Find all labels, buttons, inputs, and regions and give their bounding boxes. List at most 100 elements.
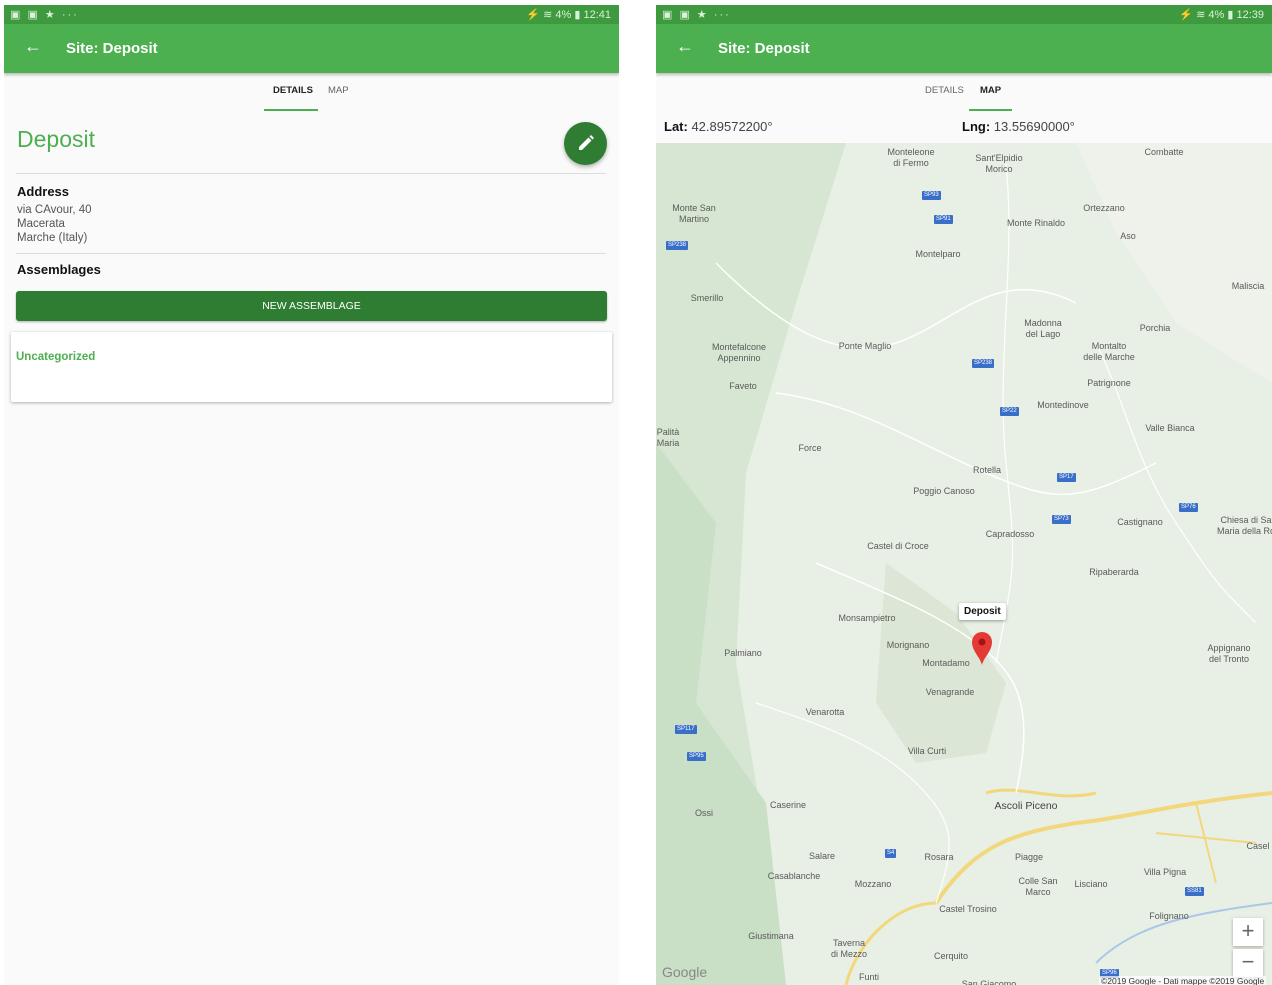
tab-indicator [264, 109, 318, 111]
address-line: via CAvour, 40 [17, 204, 92, 216]
map-place-label: Morignano [886, 640, 930, 650]
map-place-label: Palmiano [724, 648, 762, 658]
arrow-left-icon[interactable]: ← [676, 36, 694, 57]
road-shield: SP238 [972, 359, 995, 368]
assemblage-category[interactable]: Uncategorized [16, 351, 95, 363]
road-shield: SP95 [687, 752, 706, 761]
map-place-label: Rotella [972, 465, 1002, 475]
app-bar-title: Site: Deposit [66, 40, 158, 57]
status-right: ⚡ ≋ 4% ▮ 12:41 [526, 9, 611, 21]
map-place-label: Valle Bianca [1145, 423, 1195, 433]
map-place-label: Colle San Marco [1018, 876, 1058, 897]
map-place-label: Aso [1120, 231, 1136, 241]
map-place-label: Lisciano [1074, 879, 1108, 889]
lng-label: Lng: [962, 119, 991, 134]
address-line: Marche (Italy) [17, 232, 88, 244]
divider [16, 173, 606, 174]
map-place-label: Rosara [924, 852, 954, 862]
map-place-label: Folignano [1149, 911, 1189, 921]
zoom-out-button[interactable]: − [1233, 949, 1263, 977]
notification-icons: ▣ ▣ ★ ··· [662, 9, 731, 21]
map-place-label: Patrignone [1087, 378, 1131, 388]
zoom-in-button[interactable]: + [1233, 918, 1263, 946]
status-bar: ▣ ▣ ★ ··· ⚡ ≋ 4% ▮ 12:41 [4, 5, 619, 24]
status-bar: ▣ ▣ ★ ··· ⚡ ≋ 4% ▮ 12:39 [656, 5, 1272, 24]
map-place-label: Madonna del Lago [1024, 318, 1062, 339]
map-place-label: Caserine [769, 800, 807, 810]
map-place-label: Ripaberarda [1089, 567, 1139, 577]
map-place-label: Funti [858, 972, 880, 982]
map-place-label: Ossi [695, 808, 713, 818]
map-place-label: Combatte [1144, 147, 1184, 157]
map-place-label: Ortezzano [1083, 203, 1125, 213]
map-place-label: Mozzano [854, 879, 892, 889]
map-place-label: Appignano del Tronto [1207, 643, 1251, 664]
map-place-label: Venarotta [805, 707, 845, 717]
map-place-label: Palità Maria [656, 427, 680, 448]
map-place-label: Villa Pigna [1143, 867, 1187, 877]
map-place-label: Montefalcone Appennino [711, 342, 767, 363]
latitude: Lat: 42.89572200° [664, 119, 773, 134]
arrow-left-icon[interactable]: ← [24, 36, 42, 57]
map-copyright: ©2019 Google - Dati mappe ©2019 Google [1099, 976, 1267, 985]
map-place-label: Taverna di Mezzo [830, 938, 868, 959]
tab-indicator [969, 109, 1012, 111]
map-place-label: Monte Rinaldo [1006, 218, 1066, 228]
map-place-label: Faveto [729, 381, 757, 391]
map-place-label: Castel di Croce [867, 541, 929, 551]
map-place-label: Venagrande [925, 687, 975, 697]
map-place-label: Castel Trosino [939, 904, 997, 914]
map-place-label: Chiesa di Sa Maria della Ro [1216, 515, 1272, 536]
road-shield: SP93 [922, 191, 941, 200]
road-shield: S4 [885, 849, 897, 858]
road-shield: SP76 [1179, 503, 1198, 512]
edit-button[interactable] [564, 122, 607, 165]
map-place-label: Porchia [1139, 323, 1171, 333]
map-place-label: Sant'Elpidio Morico [975, 153, 1023, 174]
map-place-label: Monsampietro [838, 613, 896, 623]
map-place-label: Montedinove [1037, 400, 1089, 410]
longitude: Lng: 13.55690000° [962, 119, 1075, 134]
new-assemblage-button[interactable]: NEW ASSEMBLAGE [16, 291, 607, 321]
map-place-label: Casablanche [767, 871, 821, 881]
map-place-label: Maliscia [1231, 281, 1265, 291]
app-bar: ← Site: Deposit [4, 24, 619, 73]
map-place-label: Smerillo [690, 293, 724, 303]
map-place-label: Piagge [1014, 852, 1044, 862]
divider [16, 253, 606, 254]
google-logo: Google [662, 964, 708, 980]
map-place-label: Montalto delle Marche [1083, 341, 1135, 362]
app-bar: ← Site: Deposit [656, 24, 1272, 73]
lat-label: Lat: [664, 119, 688, 134]
map-place-label: Monte San Martino [672, 203, 716, 224]
map-place-label: Giustimana [748, 931, 794, 941]
assemblage-card[interactable]: Uncategorized [11, 332, 612, 402]
tab-map[interactable]: MAP [980, 85, 1001, 96]
map-place-label: Ascoli Piceno [994, 800, 1058, 812]
road-shield: SP117 [675, 725, 697, 734]
map-place-label: Montadamo [922, 658, 970, 668]
road-shield: SP238 [666, 241, 689, 250]
road-shield: SP22 [1000, 407, 1019, 416]
road-shield: SP91 [934, 215, 953, 224]
tab-details[interactable]: DETAILS [273, 85, 313, 96]
map-place-label: Monteleone di Fermo [887, 147, 935, 168]
road-shield: SS81 [1185, 887, 1204, 896]
map-place-label: Castignano [1117, 517, 1163, 527]
map-view[interactable]: Monteleone di Fermo Sant'Elpidio Morico Co… [656, 143, 1272, 985]
tab-bar: DETAILS MAP [4, 73, 619, 113]
app-bar-title: Site: Deposit [718, 40, 810, 57]
status-right: ⚡ ≋ 4% ▮ 12:39 [1179, 9, 1264, 21]
tab-map[interactable]: MAP [328, 85, 349, 96]
assemblages-title: Assemblages [17, 262, 101, 277]
map-pin-icon[interactable] [972, 631, 992, 665]
details-screen: ▣ ▣ ★ ··· ⚡ ≋ 4% ▮ 12:41 ← Site: Deposit… [4, 5, 619, 985]
tab-bar: DETAILS MAP [656, 73, 1272, 113]
map-place-label: Force [798, 443, 822, 453]
map-terrain [656, 143, 1272, 985]
marker-info-window[interactable]: Deposit [959, 603, 1006, 620]
map-place-label: Salare [808, 851, 836, 861]
tab-details[interactable]: DETAILS [925, 85, 964, 96]
map-place-label: Capradosso [985, 529, 1035, 539]
map-place-label: Villa Curti [907, 746, 947, 756]
